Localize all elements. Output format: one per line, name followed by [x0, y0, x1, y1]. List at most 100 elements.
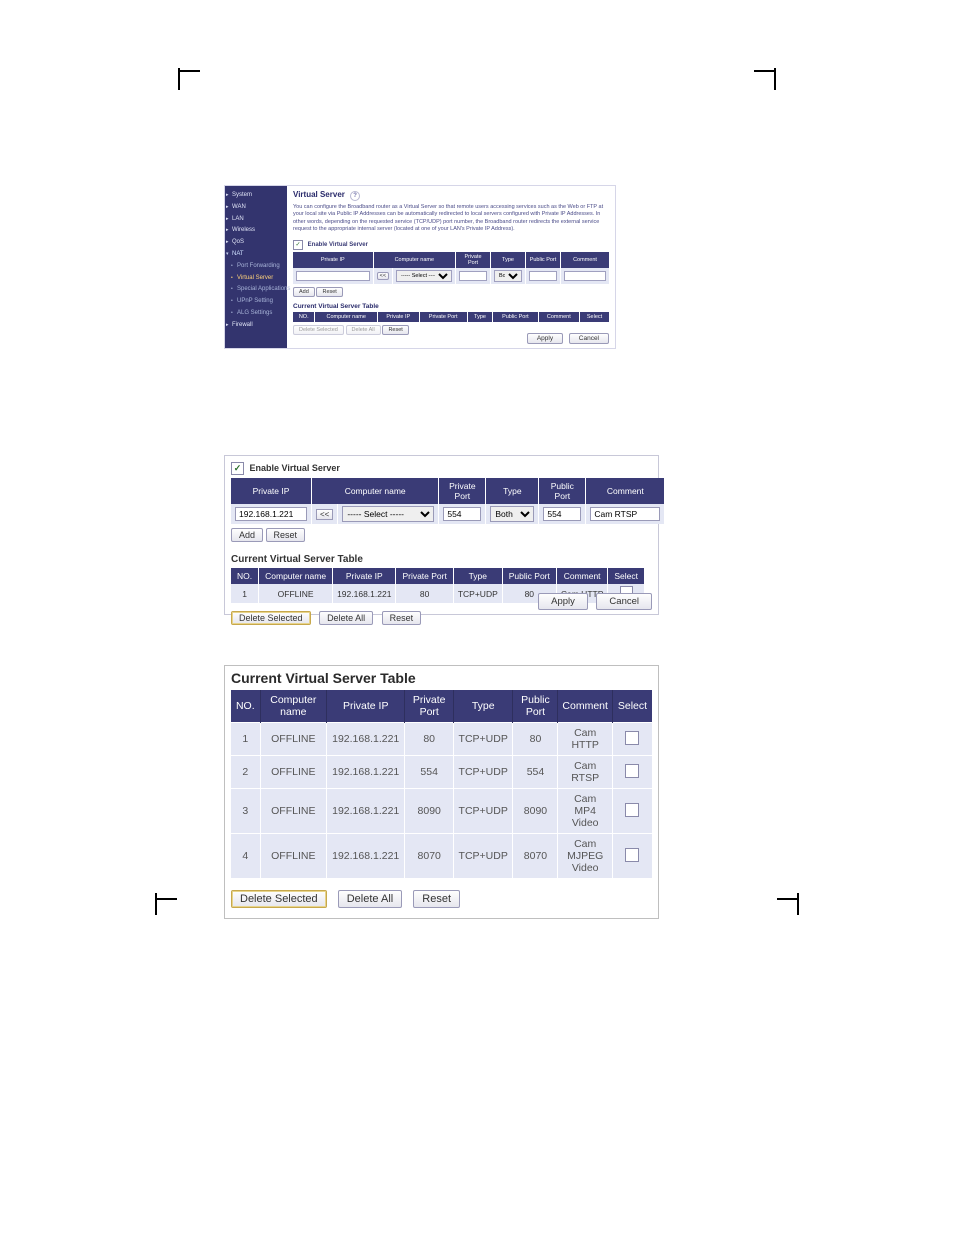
- cell-computer: OFFLINE: [260, 756, 326, 789]
- main-content: Virtual Server ? You can configure the B…: [287, 186, 615, 348]
- private-ip-input[interactable]: [235, 507, 307, 521]
- table-row: 2OFFLINE192.168.1.221554TCP+UDP554Cam RT…: [231, 756, 652, 789]
- col-computer-name: Computer name: [312, 478, 439, 504]
- col-private-ip2: Private IP: [333, 568, 396, 584]
- private-ip-input[interactable]: [296, 271, 370, 281]
- sidebar-subitem-upnp-setting[interactable]: UPnP Setting: [234, 296, 284, 308]
- computer-name-select[interactable]: ----- Select -----: [342, 506, 434, 522]
- row-select-checkbox[interactable]: [625, 803, 639, 817]
- current-table-title: Current Virtual Server Table: [293, 303, 609, 310]
- col-public-port: Public Port: [513, 690, 558, 723]
- col-type2: Type: [467, 312, 493, 322]
- enable-checkbox[interactable]: [231, 462, 244, 475]
- sidebar-subitem-special-applications[interactable]: Special Applications: [234, 284, 284, 296]
- col-comment: Comment: [586, 478, 665, 504]
- type-select[interactable]: Both: [490, 506, 534, 522]
- sidebar-item-qos[interactable]: QoS: [228, 237, 284, 249]
- cell-no: 1: [231, 584, 259, 603]
- cancel-button[interactable]: Cancel: [569, 333, 609, 344]
- cell-private-port: 80: [396, 584, 453, 603]
- add-button[interactable]: Add: [231, 528, 263, 542]
- col-private-port2: Private Port: [419, 312, 467, 322]
- col-computer: Computer name: [260, 690, 326, 723]
- cell-private-port: 80: [405, 723, 453, 756]
- row-select-checkbox[interactable]: [625, 731, 639, 745]
- cell-public-port: 554: [513, 756, 558, 789]
- cell-no: 2: [231, 756, 260, 789]
- virtual-server-table: NO. Computer name Private IP Private Por…: [231, 690, 652, 878]
- public-port-input[interactable]: [529, 271, 557, 281]
- cell-computer: OFFLINE: [259, 584, 333, 603]
- cell-private-port: 8090: [405, 789, 453, 834]
- cell-comment: Cam MP4 Video: [558, 789, 613, 834]
- row-select-checkbox[interactable]: [625, 764, 639, 778]
- row-select-checkbox[interactable]: [625, 848, 639, 862]
- col-type: Type: [491, 252, 526, 268]
- public-port-input[interactable]: [543, 507, 581, 521]
- cell-type: TCP+UDP: [453, 723, 513, 756]
- sidebar-subitem-port-forwarding[interactable]: Port Forwarding: [234, 261, 284, 273]
- add-button[interactable]: Add: [293, 287, 315, 297]
- cancel-button[interactable]: Cancel: [596, 593, 652, 610]
- reset-button[interactable]: Reset: [413, 890, 460, 908]
- sidebar-item-firewall[interactable]: Firewall: [228, 320, 284, 332]
- col-type: Type: [453, 690, 513, 723]
- enable-label: Enable Virtual Server: [250, 463, 340, 473]
- current-table-title: Current Virtual Server Table: [231, 554, 652, 565]
- sidebar-subitem-alg-settings[interactable]: ALG Settings: [234, 308, 284, 320]
- col-no: NO.: [231, 568, 259, 584]
- sidebar-item-nat[interactable]: NAT: [228, 249, 284, 261]
- add-entry-table: Private IP Computer name Private Port Ty…: [293, 252, 609, 284]
- cell-private-ip: 192.168.1.221: [333, 584, 396, 603]
- cell-private-ip: 192.168.1.221: [326, 756, 405, 789]
- col-private-ip2: Private IP: [378, 312, 420, 322]
- comment-input[interactable]: [590, 507, 660, 521]
- private-port-input[interactable]: [443, 507, 481, 521]
- col-private-ip: Private IP: [293, 252, 373, 268]
- cell-public-port: 8090: [513, 789, 558, 834]
- col-select: Select: [612, 690, 652, 723]
- sidebar-item-lan[interactable]: LAN: [228, 214, 284, 226]
- cell-public-port: 8070: [513, 834, 558, 879]
- col-private-port: Private Port: [439, 478, 486, 504]
- sidebar-item-wireless[interactable]: Wireless: [228, 225, 284, 237]
- cell-type: TCP+UDP: [453, 789, 513, 834]
- comment-input[interactable]: [564, 271, 606, 281]
- cell-no: 1: [231, 723, 260, 756]
- computer-name-select[interactable]: ----- Select -----: [396, 270, 452, 282]
- col-private-ip: Private IP: [326, 690, 405, 723]
- type-select[interactable]: Both: [494, 270, 522, 282]
- sidebar-subitem-virtual-server[interactable]: Virtual Server: [234, 273, 284, 285]
- sidebar-item-wan[interactable]: WAN: [228, 202, 284, 214]
- reset-button-2[interactable]: Reset: [382, 611, 422, 625]
- col-comment: Comment: [558, 690, 613, 723]
- private-port-input[interactable]: [459, 271, 487, 281]
- apply-button[interactable]: Apply: [538, 593, 588, 610]
- page-description: You can configure the Broadband router a…: [293, 204, 609, 234]
- cell-private-ip: 192.168.1.221: [326, 723, 405, 756]
- col-private-port: Private Port: [456, 252, 491, 268]
- cell-private-port: 8070: [405, 834, 453, 879]
- delete-selected-button[interactable]: Delete Selected: [231, 890, 327, 908]
- pick-computer-button[interactable]: <<: [377, 272, 389, 280]
- delete-selected-button[interactable]: Delete Selected: [293, 325, 344, 335]
- reset-button[interactable]: Reset: [316, 287, 342, 297]
- enable-virtual-server-checkbox[interactable]: [293, 240, 303, 250]
- reset-button-2[interactable]: Reset: [382, 325, 408, 335]
- col-computer-name: Computer name: [373, 252, 455, 268]
- delete-all-button[interactable]: Delete All: [319, 611, 373, 625]
- col-select2: Select: [608, 568, 644, 584]
- reset-button[interactable]: Reset: [266, 528, 306, 542]
- apply-button[interactable]: Apply: [527, 333, 563, 344]
- cell-public-port: 80: [513, 723, 558, 756]
- delete-all-button[interactable]: Delete All: [346, 325, 381, 335]
- pick-computer-button[interactable]: <<: [316, 509, 333, 520]
- sidebar-item-system[interactable]: System: [228, 190, 284, 202]
- col-type: Type: [486, 478, 539, 504]
- delete-selected-button[interactable]: Delete Selected: [231, 611, 311, 625]
- page-title: Virtual Server: [293, 190, 345, 199]
- col-private-port2: Private Port: [396, 568, 453, 584]
- help-icon[interactable]: ?: [350, 191, 360, 201]
- delete-all-button[interactable]: Delete All: [338, 890, 402, 908]
- cell-comment: Cam RTSP: [558, 756, 613, 789]
